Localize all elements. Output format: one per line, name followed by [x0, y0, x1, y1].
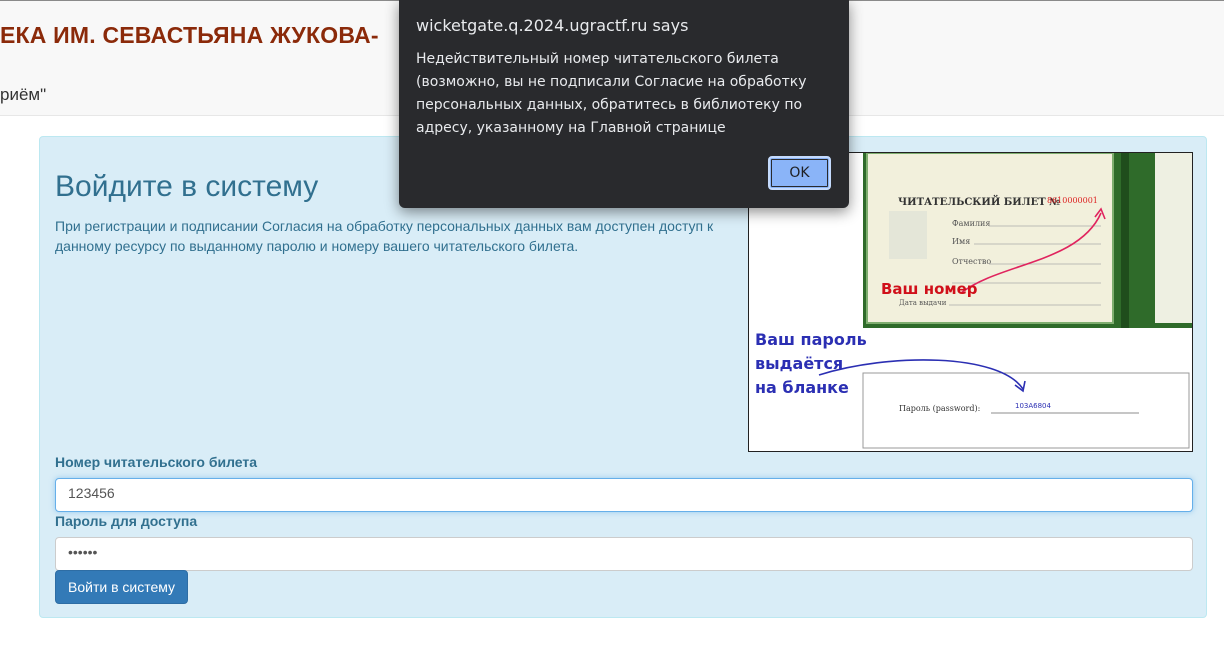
password-example-text: 103A6804 [1015, 402, 1052, 410]
password-label: Пароль для доступа [55, 513, 198, 529]
site-subtitle: риём" [0, 85, 47, 104]
login-description: При регистрации и подписании Согласия на… [55, 218, 714, 254]
dialog-message: Недействительный номер читательского бил… [416, 51, 807, 136]
password-input[interactable]: •••••• [55, 537, 1193, 571]
alert-dialog: wicketgate.q.2024.ugractf.ru says Недейс… [399, 0, 849, 208]
password-hint-line2: выдаётся [755, 354, 843, 373]
ticket-patronymic-text: Отчество [952, 257, 991, 266]
card-number-input[interactable]: 123456 [55, 478, 1193, 512]
site-title: ЕКА ИМ. СЕВАСТЬЯНА ЖУКОВА- [0, 22, 379, 48]
ticket-number-text: 8610000001 [1047, 196, 1098, 205]
number-hint-text: Ваш номер [881, 280, 978, 298]
ticket-date-text: Дата выдачи [899, 299, 947, 307]
login-panel: Войдите в систему При регистрации и подп… [39, 136, 1207, 618]
password-hint-line1: Ваш пароль [755, 330, 867, 349]
login-button[interactable]: Войти в систему [55, 570, 189, 604]
ok-button[interactable]: OK [768, 156, 831, 190]
password-hint-line3: на бланке [755, 378, 849, 397]
card-number-label: Номер читательского билета [55, 454, 258, 470]
dialog-title: wicketgate.q.2024.ugractf.ru says [416, 16, 689, 35]
password-field-text: Пароль (password): [899, 404, 980, 413]
ticket-surname-text: Фамилия [952, 219, 990, 228]
ticket-title-text: ЧИТАТЕЛЬСКИЙ БИЛЕТ № [898, 195, 1060, 208]
login-heading: Войдите в систему [55, 170, 319, 203]
ticket-name-text: Имя [952, 237, 970, 246]
